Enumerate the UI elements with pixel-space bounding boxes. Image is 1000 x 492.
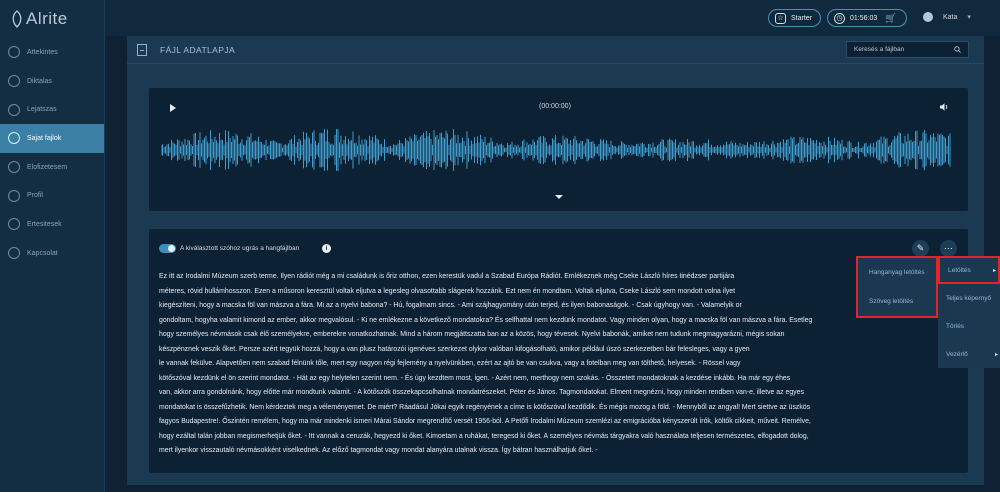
transcript-text: Ez itt az Irodalmi Múzeum szerb terme. I…	[159, 273, 813, 454]
chevron-right-icon: ▸	[994, 351, 998, 358]
actions-menu: Letöltés ▸ Teljes képernyő Törlés Vezérlő…	[938, 256, 1000, 368]
sidebar-item-label: Kapcsolat	[27, 249, 58, 257]
transcript-card: A kiválasztott szóhoz ugrás a hangfájlba…	[149, 229, 968, 473]
menu-item-delete[interactable]: Törlés	[938, 312, 1000, 340]
chevron-right-icon: ▸	[992, 267, 996, 274]
dashboard-icon	[8, 46, 20, 59]
stopwatch-icon: ◷	[834, 12, 845, 24]
sidebar-item-profil[interactable]: Profil	[0, 181, 104, 210]
chevron-down-icon: ▾	[967, 14, 971, 21]
cart-icon[interactable]: 🛒	[885, 13, 896, 24]
page-title: FÁJL ADATLAPJA	[160, 44, 236, 55]
contact-icon	[8, 247, 20, 260]
plan-button[interactable]: ☆ Starter	[768, 9, 821, 27]
user-menu[interactable]: Kata ▾	[923, 12, 971, 22]
play-icon[interactable]	[170, 104, 176, 112]
audio-waveform[interactable]	[161, 124, 951, 176]
panel-header: FÁJL ADATLAPJA Keresés a fájlban	[127, 36, 984, 64]
menu-item-label: Törlés	[946, 322, 965, 330]
sidebar-nav: Attekintes Diktalas Lejatszas Sajat fajl…	[0, 38, 104, 268]
menu-item-audio-download[interactable]: Hanganyag letöltés	[858, 258, 936, 287]
volume-icon[interactable]	[939, 102, 949, 112]
folder-icon	[8, 132, 20, 145]
microphone-icon	[8, 75, 20, 88]
sidebar-item-label: Diktalas	[27, 77, 52, 85]
sidebar-item-sajat-fajlok[interactable]: Sajat fajlok	[0, 124, 104, 153]
more-options-button[interactable]: ⋯	[940, 240, 957, 257]
sidebar-item-ertesitesek[interactable]: Ertesitesek	[0, 210, 104, 239]
waveform-path	[161, 129, 951, 171]
upload-icon	[8, 103, 20, 116]
remaining-time: 01:56:03	[850, 14, 878, 22]
sidebar-item-elofizetesem[interactable]: Elofizetesem	[0, 153, 104, 182]
info-icon[interactable]: i	[322, 244, 331, 253]
audio-player: (00:00:00)	[149, 88, 968, 211]
logo-icon	[12, 10, 22, 28]
sidebar-item-label: Profil	[27, 192, 43, 200]
subscription-icon	[8, 161, 20, 174]
avatar	[923, 12, 933, 22]
edit-button[interactable]: ✎	[912, 240, 929, 257]
sidebar-item-attekintes[interactable]: Attekintes	[0, 38, 104, 67]
menu-item-label: Vezérlő	[946, 350, 968, 358]
star-icon: ☆	[775, 12, 786, 24]
menu-item-download[interactable]: Letöltés ▸	[938, 256, 1000, 284]
sidebar-item-label: Elofizetesem	[27, 163, 68, 171]
menu-item-text-download[interactable]: Szöveg letöltés	[858, 287, 936, 316]
sidebar: Alrite Attekintes Diktalas Lejatszas Saj…	[0, 0, 105, 492]
menu-item-controller[interactable]: Vezérlő ▸	[938, 340, 1000, 368]
app-name: Alrite	[26, 9, 68, 28]
search-icon	[954, 46, 961, 53]
sidebar-item-label: Ertesitesek	[27, 220, 62, 228]
jump-to-word-label: A kiválasztott szóhoz ugrás a hangfájlba…	[180, 245, 300, 252]
more-icon: ⋯	[944, 243, 953, 253]
plan-label: Starter	[791, 14, 813, 22]
chevron-down-icon[interactable]	[555, 195, 563, 199]
menu-item-label: Letöltés	[948, 266, 971, 274]
topbar: ☆ Starter ◷ 01:56:03 🛒 Kata ▾	[105, 0, 1000, 36]
sidebar-item-lejatszas[interactable]: Lejatszas	[0, 95, 104, 124]
sidebar-item-label: Attekintes	[27, 48, 58, 56]
remaining-time-button[interactable]: ◷ 01:56:03 🛒	[827, 9, 907, 27]
user-icon	[8, 189, 20, 202]
jump-to-word-toggle[interactable]	[159, 244, 176, 253]
sidebar-item-label: Lejatszas	[27, 106, 57, 114]
sidebar-item-label: Sajat fajlok	[27, 134, 62, 142]
app-logo[interactable]: Alrite	[0, 0, 104, 38]
playback-time: (00:00:00)	[539, 103, 571, 110]
document-icon	[137, 43, 147, 56]
user-name: Kata	[943, 13, 958, 21]
bell-icon	[8, 218, 20, 231]
search-placeholder: Keresés a fájlban	[854, 46, 905, 53]
download-submenu: Hanganyag letöltés Szöveg letöltés	[856, 256, 938, 318]
pencil-icon: ✎	[916, 243, 925, 253]
file-search-input[interactable]: Keresés a fájlban	[846, 41, 969, 58]
sidebar-item-kapcsolat[interactable]: Kapcsolat	[0, 239, 104, 268]
menu-item-fullscreen[interactable]: Teljes képernyő	[938, 284, 1000, 312]
sidebar-item-diktalas[interactable]: Diktalas	[0, 67, 104, 96]
menu-item-label: Teljes képernyő	[946, 294, 992, 302]
